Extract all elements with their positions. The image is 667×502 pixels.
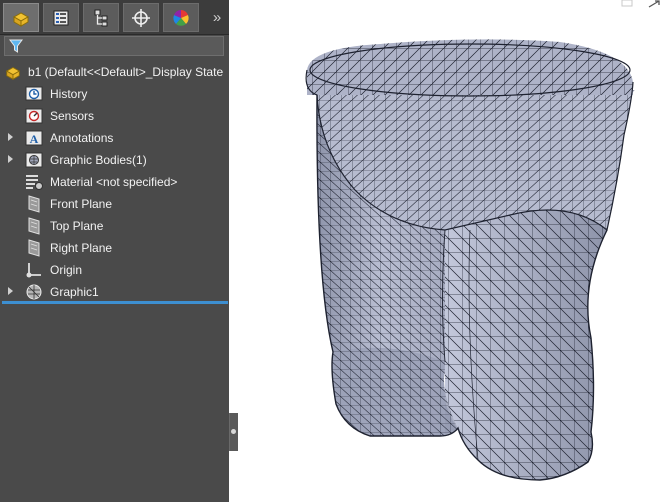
tree-item-label: Front Plane <box>50 197 113 211</box>
tree-filter-bar[interactable] <box>4 36 224 56</box>
more-tabs-chevron-icon[interactable]: » <box>206 3 228 32</box>
configuration-tree-icon <box>94 9 108 26</box>
tree-item-label: Right Plane <box>50 241 113 255</box>
tree-item-graphic-bodies[interactable]: Graphic Bodies(1) <box>0 149 229 171</box>
color-wheel-icon <box>173 9 189 26</box>
splitter-grip-icon[interactable] <box>231 429 236 434</box>
graphic-bodies-folder-icon <box>25 152 43 168</box>
tree-item-history[interactable]: History <box>0 83 229 105</box>
tree-item-label: History <box>50 87 88 101</box>
tree-item-top-plane[interactable]: Top Plane <box>0 215 229 237</box>
history-icon <box>25 86 43 101</box>
mesh-body-3d-model[interactable] <box>303 36 638 485</box>
featuremanager-panel: » b1 (Default<<Default>_Display State Hi… <box>0 0 229 502</box>
graphics-viewport[interactable] <box>237 0 667 502</box>
tree-item-front-plane[interactable]: Front Plane <box>0 193 229 215</box>
property-list-icon <box>53 10 69 25</box>
configurationmanager-tab[interactable] <box>83 3 119 32</box>
tree-item-label: Top Plane <box>50 219 104 233</box>
expand-arrow-icon[interactable] <box>8 133 13 141</box>
expand-arrow-icon[interactable] <box>8 155 13 163</box>
plane-icon <box>28 195 40 213</box>
origin-icon <box>26 263 41 278</box>
tree-item-label: Annotations <box>50 131 114 145</box>
expand-arrow-icon[interactable] <box>8 287 13 295</box>
tree-item-label: Origin <box>50 263 83 277</box>
tree-item-label: Material <not specified> <box>50 175 178 189</box>
tree-item-annotations[interactable]: A Annotations <box>0 127 229 149</box>
part-tree-icon <box>12 11 30 27</box>
manager-tab-bar: » <box>0 0 229 35</box>
plane-icon <box>28 217 40 235</box>
sensors-icon <box>25 108 43 124</box>
tree-root-label: b1 (Default<<Default>_Display State <box>28 65 224 79</box>
crosshair-target-icon <box>132 8 150 27</box>
tree-root-part[interactable]: b1 (Default<<Default>_Display State <box>0 61 229 83</box>
annotations-icon: A <box>25 130 43 146</box>
svg-text:A: A <box>30 132 39 146</box>
tree-item-origin[interactable]: Origin <box>0 259 229 281</box>
featuremanager-tab[interactable] <box>3 3 39 32</box>
filter-icon <box>9 39 23 53</box>
tree-item-label: Sensors <box>50 109 95 123</box>
tree-item-material[interactable]: Material <not specified> <box>0 171 229 193</box>
dimxpertmanager-tab[interactable] <box>123 3 159 32</box>
plane-icon <box>28 239 40 257</box>
tree-item-label: Graphic1 <box>50 285 99 299</box>
tree-item-graphic1[interactable]: Graphic1 <box>0 281 229 303</box>
tree-item-label: Graphic Bodies(1) <box>50 153 147 167</box>
tree-item-sensors[interactable]: Sensors <box>0 105 229 127</box>
tree-item-right-plane[interactable]: Right Plane <box>0 237 229 259</box>
displaymanager-tab[interactable] <box>163 3 199 32</box>
rollback-bar[interactable] <box>2 301 228 304</box>
propertymanager-tab[interactable] <box>43 3 79 32</box>
graphic-body-icon <box>26 284 42 300</box>
part-icon <box>5 66 21 80</box>
material-icon <box>26 175 43 190</box>
